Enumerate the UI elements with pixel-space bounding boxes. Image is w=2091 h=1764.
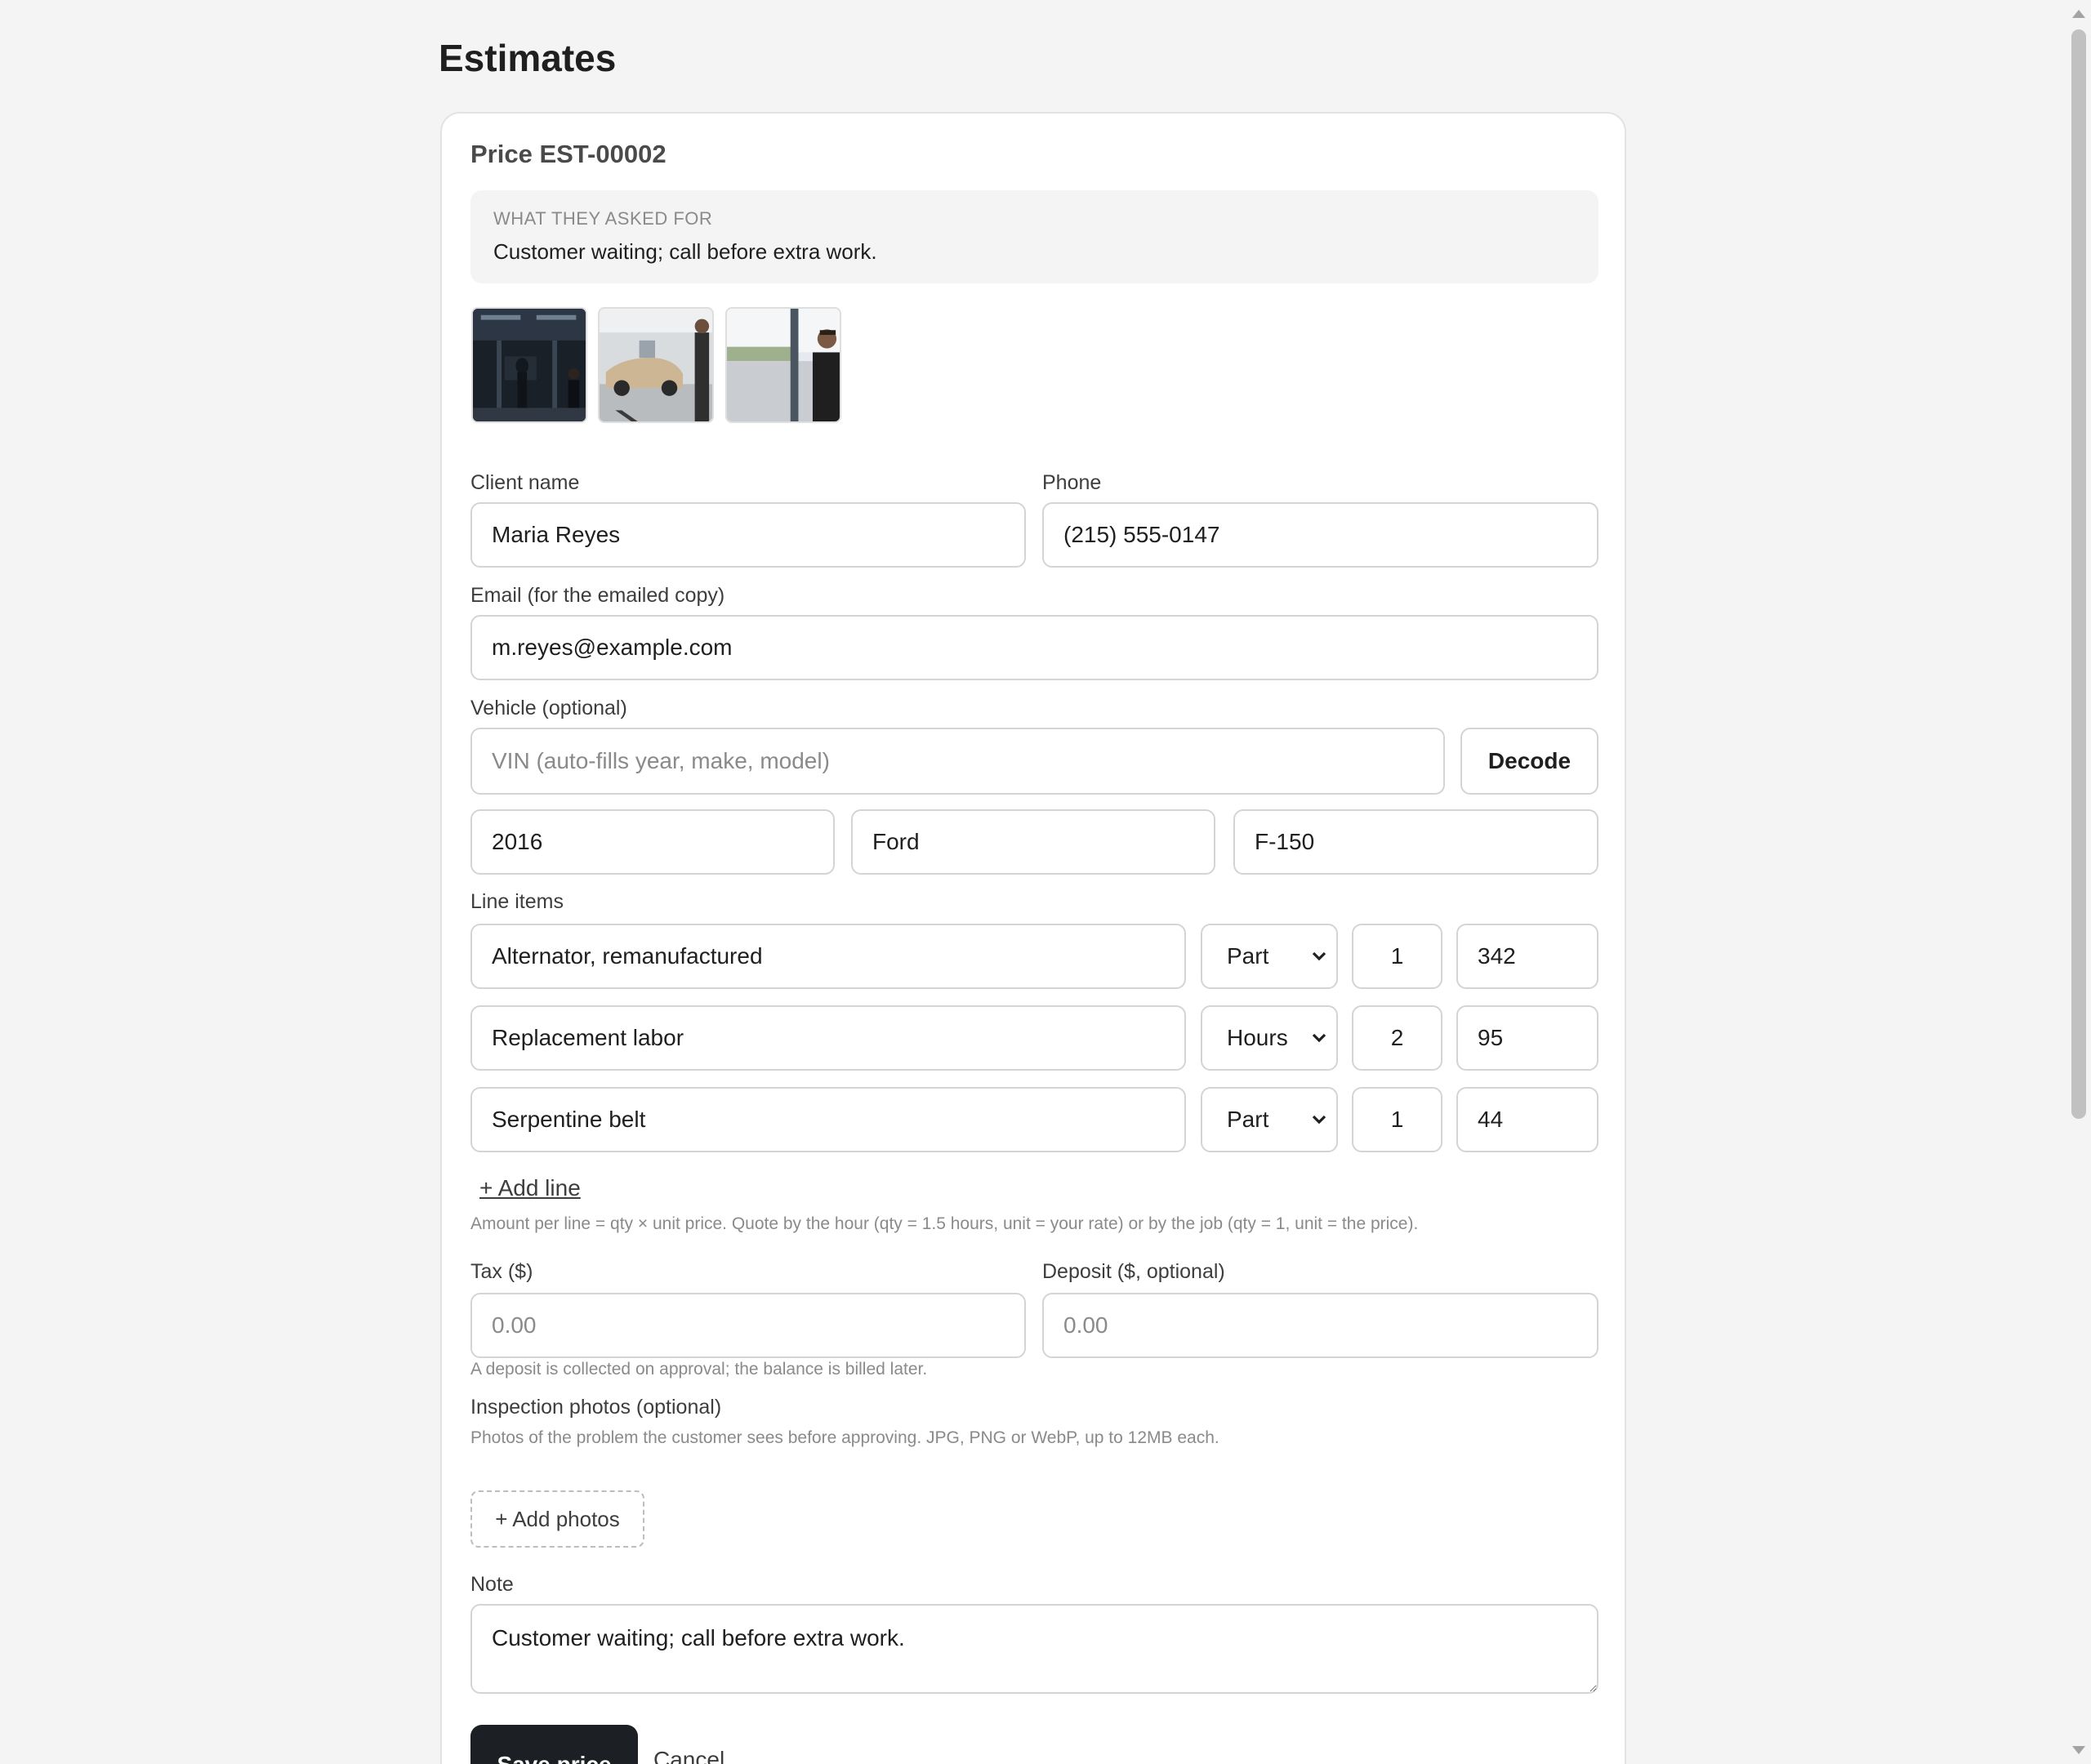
client-name-label: Client name bbox=[470, 471, 580, 494]
vehicle-make-input[interactable] bbox=[851, 809, 1215, 875]
customer-request-text: Customer waiting; call before extra work… bbox=[493, 239, 877, 264]
inspection-photos-label: Inspection photos (optional) bbox=[470, 1396, 722, 1419]
estimates-page: Estimates Price EST-00002 WHAT THEY ASKE… bbox=[0, 0, 2091, 1764]
add-line-link[interactable]: + Add line bbox=[479, 1175, 581, 1201]
mechanic-with-car-image bbox=[600, 309, 712, 421]
deposit-label: Deposit ($, optional) bbox=[1042, 1260, 1225, 1283]
scrollbar-thumb[interactable] bbox=[2071, 29, 2086, 1119]
line-items-label: Line items bbox=[470, 890, 564, 913]
request-photo-thumbnail[interactable] bbox=[471, 307, 587, 423]
customer-request-label: WHAT THEY ASKED FOR bbox=[493, 208, 713, 229]
line-item-type-value: Hours bbox=[1227, 1025, 1288, 1050]
scroll-up-arrow-icon[interactable] bbox=[2072, 10, 2085, 18]
line-item-unit-price-input[interactable] bbox=[1456, 924, 1598, 989]
tax-input[interactable] bbox=[470, 1293, 1026, 1358]
chevron-down-icon bbox=[1312, 1115, 1326, 1125]
page-scrollbar[interactable] bbox=[2066, 0, 2091, 1764]
vehicle-year-input[interactable] bbox=[470, 809, 835, 875]
mechanic-portrait-image bbox=[727, 309, 840, 421]
request-photo-thumbnail[interactable] bbox=[725, 307, 841, 423]
line-item-unit-price-input[interactable] bbox=[1456, 1005, 1598, 1071]
line-item-type-value: Part bbox=[1227, 1107, 1269, 1132]
tax-label: Tax ($) bbox=[470, 1260, 533, 1283]
line-item-type-select[interactable]: Hours bbox=[1201, 1005, 1338, 1071]
chevron-down-icon bbox=[1312, 951, 1326, 961]
request-photo-thumbnail[interactable] bbox=[598, 307, 714, 423]
email-input[interactable] bbox=[470, 615, 1598, 680]
line-item-unit-price-input[interactable] bbox=[1456, 1087, 1598, 1152]
line-item-description-input[interactable] bbox=[470, 924, 1186, 989]
line-item-qty-input[interactable] bbox=[1352, 1087, 1442, 1152]
phone-label: Phone bbox=[1042, 471, 1102, 494]
vin-input[interactable] bbox=[470, 728, 1445, 795]
inspection-photos-hint: Photos of the problem the customer sees … bbox=[470, 1428, 1219, 1447]
phone-input[interactable] bbox=[1042, 502, 1598, 568]
note-textarea[interactable]: Customer waiting; call before extra work… bbox=[470, 1604, 1598, 1694]
decode-vin-button[interactable]: Decode bbox=[1460, 728, 1598, 795]
vehicle-model-input[interactable] bbox=[1233, 809, 1598, 875]
chevron-down-icon bbox=[1312, 1033, 1326, 1043]
deposit-hint: A deposit is collected on approval; the … bbox=[470, 1360, 928, 1379]
note-label: Note bbox=[470, 1573, 514, 1596]
save-price-button[interactable]: Save price bbox=[470, 1725, 638, 1764]
estimate-card: Price EST-00002 WHAT THEY ASKED FOR Cust… bbox=[440, 112, 1626, 1764]
page-title: Estimates bbox=[439, 37, 617, 79]
deposit-input[interactable] bbox=[1042, 1293, 1598, 1358]
customer-request-box: WHAT THEY ASKED FOR Customer waiting; ca… bbox=[470, 190, 1598, 283]
line-item-type-select[interactable]: Part bbox=[1201, 924, 1338, 989]
line-items-hint: Amount per line = qty × unit price. Quot… bbox=[470, 1214, 1419, 1233]
add-photos-button[interactable]: + Add photos bbox=[470, 1490, 644, 1548]
line-item-description-input[interactable] bbox=[470, 1087, 1186, 1152]
cancel-link[interactable]: Cancel bbox=[653, 1747, 724, 1764]
line-item-type-select[interactable]: Part bbox=[1201, 1087, 1338, 1152]
line-item-qty-input[interactable] bbox=[1352, 1005, 1442, 1071]
line-item-description-input[interactable] bbox=[470, 1005, 1186, 1071]
line-item-type-value: Part bbox=[1227, 943, 1269, 969]
email-label: Email (for the emailed copy) bbox=[470, 584, 725, 607]
line-item-qty-input[interactable] bbox=[1352, 924, 1442, 989]
estimate-title: Price EST-00002 bbox=[470, 140, 667, 168]
client-name-input[interactable] bbox=[470, 502, 1026, 568]
garage-photo-image bbox=[473, 309, 586, 421]
vehicle-label: Vehicle (optional) bbox=[470, 697, 627, 719]
scroll-down-arrow-icon[interactable] bbox=[2072, 1746, 2085, 1754]
